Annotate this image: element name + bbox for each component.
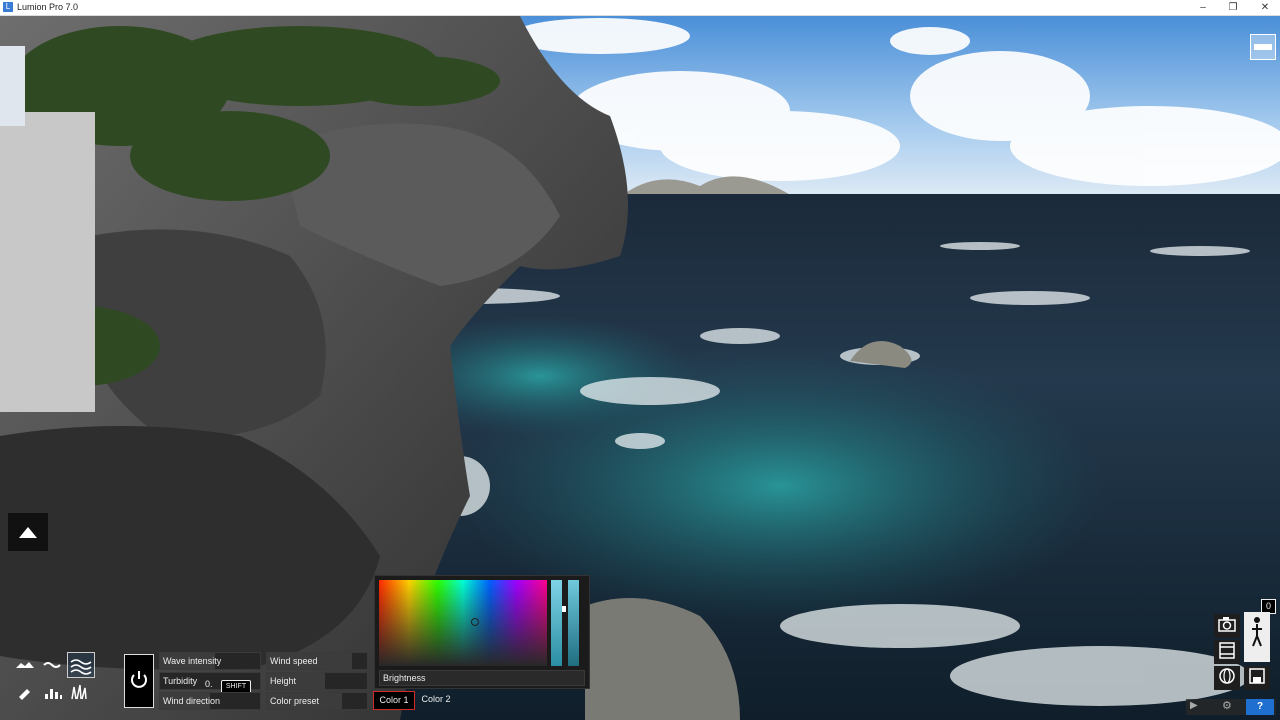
lumion-logo-icon: L <box>3 2 13 12</box>
restore-button[interactable]: ❐ <box>1218 0 1248 15</box>
brush-icon <box>19 689 30 700</box>
minimize-button[interactable]: – <box>1188 0 1218 15</box>
hue-saturation-field[interactable] <box>379 580 547 666</box>
photo-mode-button[interactable] <box>1214 614 1240 638</box>
mountain-icon <box>19 527 37 538</box>
settings-button[interactable]: ⚙ <box>1222 699 1232 712</box>
help-button[interactable]: ? <box>1246 699 1274 715</box>
water-tool[interactable] <box>67 652 95 678</box>
ocean-cliff-scene <box>0 16 1280 720</box>
360-panorama-button[interactable] <box>1214 666 1240 690</box>
slider-label: Wind direction <box>163 696 221 706</box>
close-button[interactable]: ✕ <box>1250 0 1280 15</box>
turbidity-value: 0. <box>205 679 213 689</box>
view-mode-button[interactable] <box>1250 34 1276 60</box>
color-preset-slider[interactable]: Color preset <box>266 692 368 710</box>
ocean-wave-tool[interactable] <box>40 654 66 678</box>
save-icon <box>1249 668 1265 684</box>
color-1-tab[interactable]: Color 1 <box>373 691 415 710</box>
wave-intensity-slider[interactable]: Wave intensity <box>159 652 261 670</box>
bars-icon <box>45 689 62 699</box>
previous-color-strip[interactable] <box>568 580 579 666</box>
terrain-icon <box>16 662 34 668</box>
slider-label: Turbidity <box>163 676 198 686</box>
water-tool-icons <box>10 652 98 708</box>
power-icon <box>131 671 147 688</box>
wind-speed-slider[interactable]: Wind speed <box>266 652 368 670</box>
color-picker-panel: Brightness <box>374 575 590 689</box>
height-tool[interactable] <box>40 682 66 706</box>
wave-icon <box>43 662 61 668</box>
slider-label: Color preset <box>270 696 320 706</box>
grass-icon <box>71 684 87 700</box>
water-toggle-button[interactable] <box>124 654 154 708</box>
wind-direction-slider[interactable]: Wind direction <box>159 692 261 710</box>
water-icon <box>70 659 92 675</box>
current-color-strip[interactable] <box>551 580 562 666</box>
color-2-tab[interactable]: Color 2 <box>417 691 455 708</box>
slider-label: Wind speed <box>270 656 318 666</box>
color-cursor[interactable] <box>471 618 479 626</box>
height-slider[interactable]: Height <box>266 672 368 690</box>
window-title: Lumion Pro 7.0 <box>17 2 79 12</box>
terrain-wave-tool[interactable] <box>12 654 38 678</box>
movie-mode-button[interactable] <box>1214 640 1240 664</box>
globe-icon <box>1219 668 1235 684</box>
brightness-label: Brightness <box>383 673 426 683</box>
person-icon <box>1252 617 1262 647</box>
slider-label: Wave intensity <box>163 656 222 666</box>
brightness-slider[interactable]: Brightness <box>379 670 585 686</box>
camera-icon <box>1218 617 1236 632</box>
slider-label: Height <box>270 676 297 686</box>
paint-tool[interactable] <box>12 682 38 706</box>
grass-tool[interactable] <box>67 682 93 706</box>
scene-viewport[interactable]: 0 <box>0 16 1280 720</box>
save-button[interactable] <box>1244 666 1270 690</box>
strip-marker[interactable] <box>562 606 566 612</box>
landscape-mode-button[interactable] <box>8 513 48 551</box>
build-mode-button[interactable] <box>1244 612 1270 662</box>
title-bar: L Lumion Pro 7.0 – ❐ ✕ <box>0 0 1280 16</box>
film-icon <box>1219 642 1235 659</box>
play-button[interactable]: ▶ <box>1190 700 1198 711</box>
